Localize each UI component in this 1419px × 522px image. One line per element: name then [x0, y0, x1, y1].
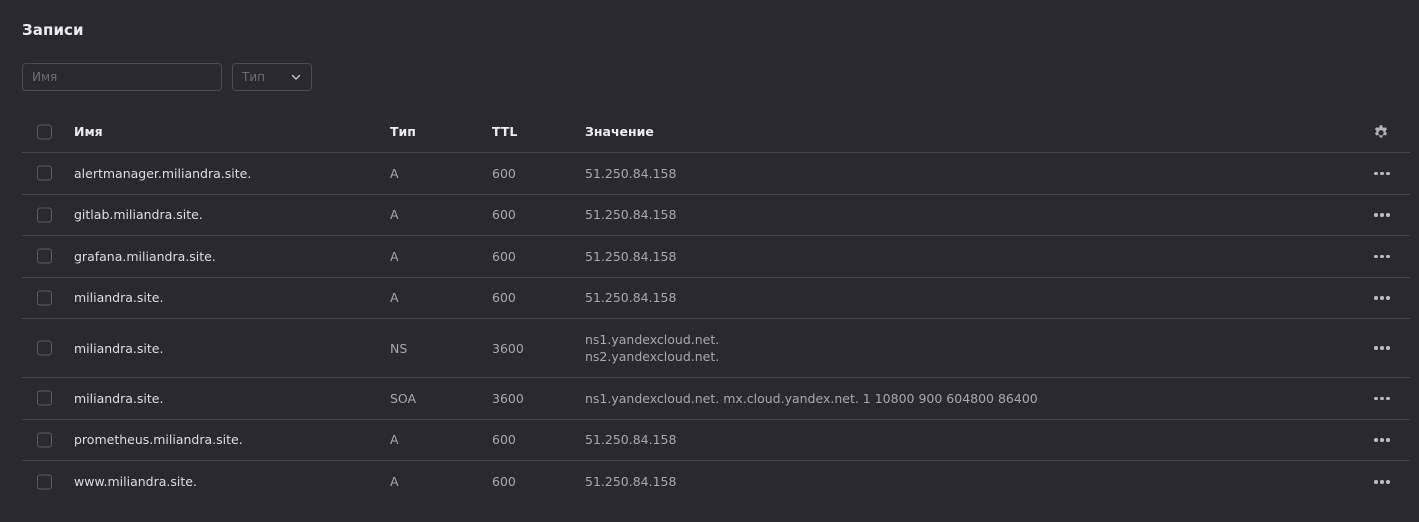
record-type: A	[390, 432, 399, 448]
record-value: 51.250.84.158	[585, 473, 676, 490]
record-name: miliandra.site.	[74, 390, 164, 406]
name-filter-input[interactable]	[22, 63, 222, 91]
table-row[interactable]: miliandra.site. SOA 3600 ns1.yandexcloud…	[22, 378, 1410, 420]
record-value: 51.250.84.158	[585, 431, 676, 448]
row-checkbox[interactable]	[37, 165, 52, 181]
table-row[interactable]: gitlab.miliandra.site. A 600 51.250.84.1…	[22, 195, 1410, 236]
record-type: A	[390, 207, 399, 223]
page-title: Записи	[22, 21, 84, 39]
record-value: 51.250.84.158	[585, 289, 676, 306]
record-ttl: 600	[492, 165, 516, 181]
record-ttl: 600	[492, 290, 516, 306]
row-actions-button[interactable]	[1372, 433, 1392, 447]
record-type: A	[390, 474, 399, 490]
record-name: prometheus.miliandra.site.	[74, 432, 243, 448]
record-name: www.miliandra.site.	[74, 474, 197, 490]
record-value-line: ns1.yandexcloud.net.	[585, 332, 720, 347]
row-checkbox[interactable]	[37, 432, 52, 448]
record-value-line: ns2.yandexcloud.net.	[585, 349, 720, 364]
type-filter-label: Тип	[242, 70, 265, 84]
record-value-line: 51.250.84.158	[585, 207, 677, 223]
row-checkbox[interactable]	[37, 390, 52, 406]
record-name: gitlab.miliandra.site.	[74, 207, 203, 223]
record-type: A	[390, 165, 399, 181]
row-checkbox[interactable]	[37, 290, 52, 306]
more-horizontal-icon	[1374, 296, 1390, 300]
record-name: miliandra.site.	[74, 290, 164, 306]
type-filter-select[interactable]: Тип	[232, 63, 312, 91]
column-header-type: Тип	[390, 124, 416, 139]
row-checkbox[interactable]	[37, 340, 52, 356]
row-actions-button[interactable]	[1372, 341, 1392, 355]
row-actions-button[interactable]	[1372, 291, 1392, 305]
select-all-checkbox[interactable]	[37, 124, 52, 139]
record-ttl: 600	[492, 248, 516, 264]
row-actions-button[interactable]	[1372, 166, 1392, 180]
more-horizontal-icon	[1374, 438, 1390, 442]
table-row[interactable]: grafana.miliandra.site. A 600 51.250.84.…	[22, 236, 1410, 278]
record-value-line: 51.250.84.158	[585, 165, 677, 181]
record-ttl: 600	[492, 207, 516, 223]
row-actions-button[interactable]	[1372, 208, 1392, 222]
record-value: 51.250.84.158	[585, 165, 676, 182]
record-ttl: 3600	[492, 390, 524, 406]
record-value-line: 51.250.84.158	[585, 432, 677, 448]
record-type: NS	[390, 340, 408, 356]
row-actions-button[interactable]	[1372, 249, 1392, 263]
row-actions-button[interactable]	[1372, 475, 1392, 489]
more-horizontal-icon	[1374, 213, 1390, 217]
record-value-line: ns1.yandexcloud.net. mx.cloud.yandex.net…	[585, 390, 1038, 406]
more-horizontal-icon	[1374, 480, 1390, 484]
record-value-line: 51.250.84.158	[585, 290, 677, 306]
record-value: ns1.yandexcloud.net. mx.cloud.yandex.net…	[585, 390, 1038, 407]
record-name: alertmanager.miliandra.site.	[74, 165, 252, 181]
table-row[interactable]: miliandra.site. NS 3600 ns1.yandexcloud.…	[22, 319, 1410, 378]
record-type: A	[390, 248, 399, 264]
more-horizontal-icon	[1374, 254, 1390, 258]
row-checkbox[interactable]	[37, 474, 52, 490]
more-horizontal-icon	[1374, 346, 1390, 350]
table-row[interactable]: alertmanager.miliandra.site. A 600 51.25…	[22, 153, 1410, 195]
record-value: 51.250.84.158	[585, 206, 676, 223]
record-ttl: 3600	[492, 340, 524, 356]
table-row[interactable]: www.miliandra.site. A 600 51.250.84.158	[22, 461, 1410, 503]
record-name: miliandra.site.	[74, 340, 164, 356]
record-ttl: 600	[492, 474, 516, 490]
chevron-down-icon	[291, 74, 301, 80]
record-type: A	[390, 290, 399, 306]
record-name: grafana.miliandra.site.	[74, 248, 216, 264]
more-horizontal-icon	[1374, 396, 1390, 400]
filters-bar: Тип	[22, 63, 312, 91]
record-value: ns1.yandexcloud.net. ns2.yandexcloud.net.	[585, 331, 719, 365]
record-value: 51.250.84.158	[585, 248, 676, 265]
table-body: alertmanager.miliandra.site. A 600 51.25…	[22, 153, 1410, 503]
table-header-row: Имя Тип TTL Значение	[22, 111, 1410, 153]
records-table: Имя Тип TTL Значение alertmanager.milian…	[22, 111, 1410, 503]
table-row[interactable]: miliandra.site. A 600 51.250.84.158	[22, 278, 1410, 319]
record-value-line: 51.250.84.158	[585, 248, 677, 264]
column-header-name: Имя	[74, 124, 103, 139]
gear-icon[interactable]	[1372, 123, 1390, 141]
row-checkbox[interactable]	[37, 248, 52, 264]
table-row[interactable]: prometheus.miliandra.site. A 600 51.250.…	[22, 420, 1410, 461]
column-header-value: Значение	[585, 124, 654, 139]
row-checkbox[interactable]	[37, 207, 52, 223]
record-ttl: 600	[492, 432, 516, 448]
more-horizontal-icon	[1374, 171, 1390, 175]
dns-records-page: Записи Тип Имя Тип TTL Значение alertma	[0, 0, 1419, 522]
row-actions-button[interactable]	[1372, 391, 1392, 405]
record-type: SOA	[390, 390, 417, 406]
record-value-line: 51.250.84.158	[585, 474, 677, 490]
column-header-ttl: TTL	[492, 124, 518, 139]
